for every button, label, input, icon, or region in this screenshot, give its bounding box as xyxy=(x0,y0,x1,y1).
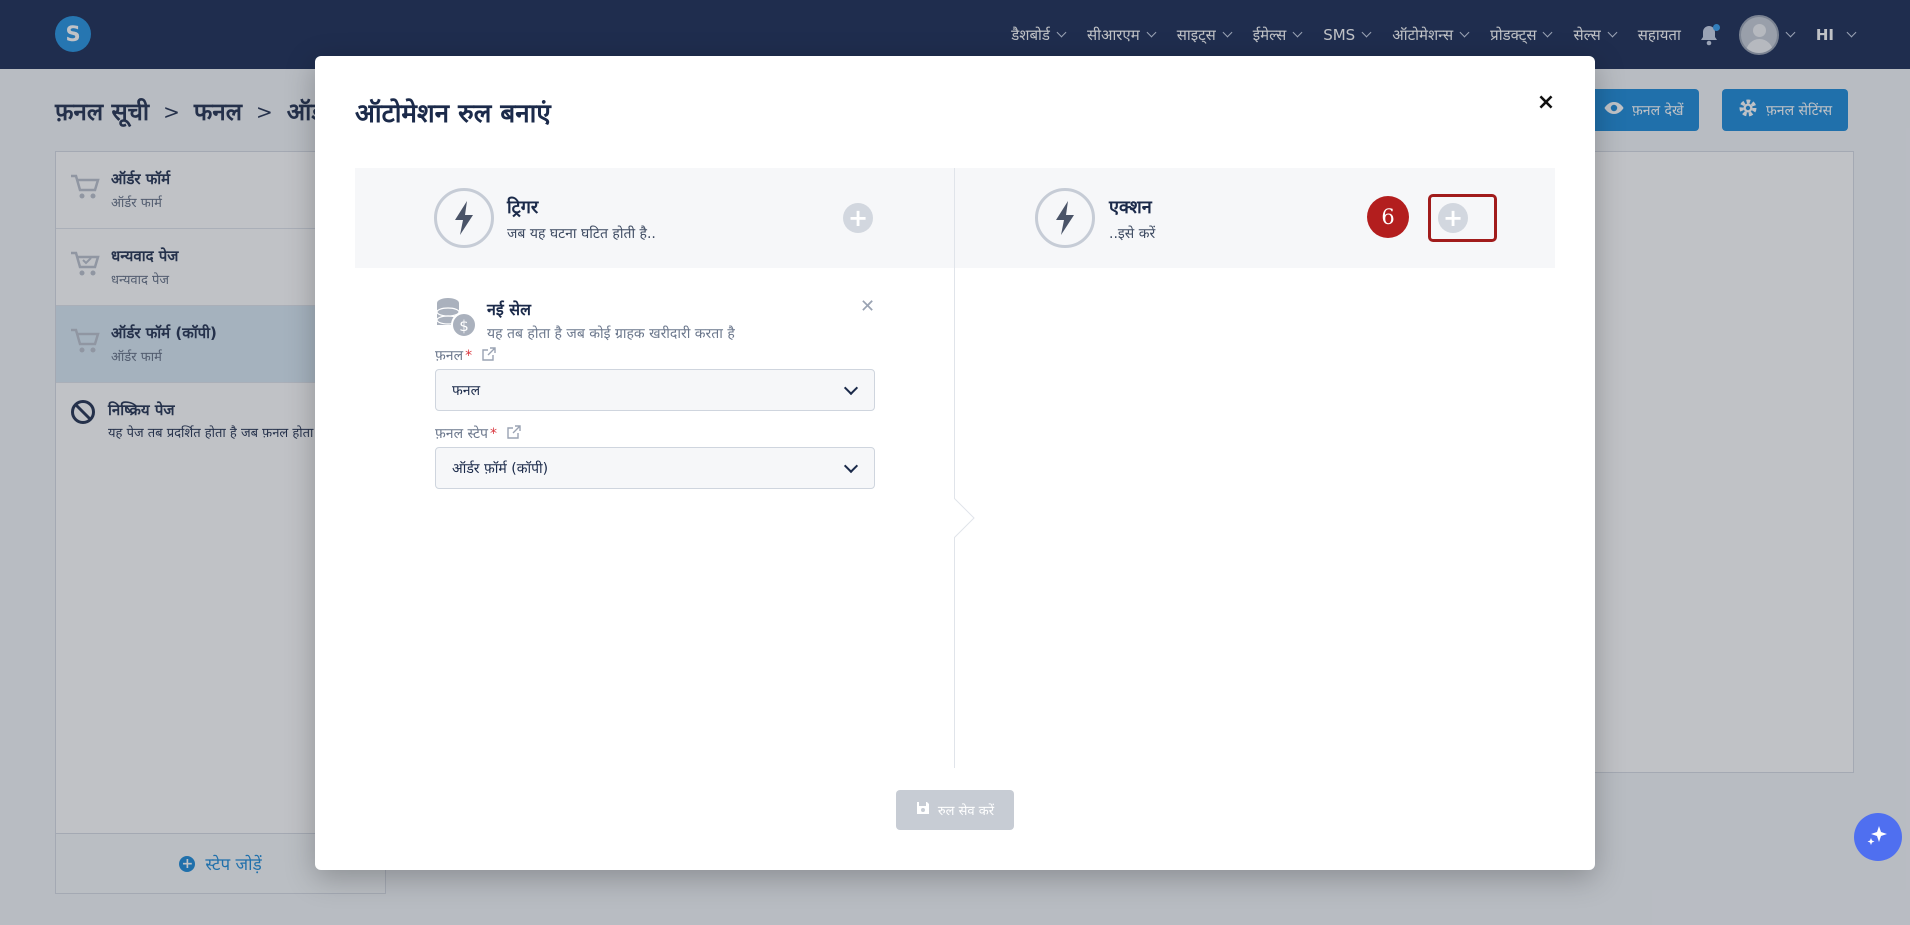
trigger-title: ट्रिगर xyxy=(507,197,539,218)
external-link-icon[interactable] xyxy=(482,346,496,365)
save-rule-button[interactable]: रुल सेव करें xyxy=(896,790,1014,830)
ai-assistant-button[interactable] xyxy=(1854,813,1902,861)
close-icon[interactable]: × xyxy=(1535,92,1557,114)
funnel-field-label: फ़नल * xyxy=(435,346,496,365)
funnel-select[interactable]: फनल xyxy=(435,369,875,411)
funnel-step-field-label: फ़नल स्टेप * xyxy=(435,424,521,443)
funnel-step-select[interactable]: ऑर्डर फ़ॉर्म (कॉपी) xyxy=(435,447,875,489)
funnel-label-text: फ़नल xyxy=(435,348,464,364)
sparkle-icon xyxy=(1866,823,1890,851)
modal-title: ऑटोमेशन रुल बनाएं xyxy=(355,99,551,129)
funnel-step-select-value: ऑर्डर फ़ॉर्म (कॉपी) xyxy=(452,460,549,477)
remove-trigger-icon[interactable]: ✕ xyxy=(860,296,875,317)
trigger-card-description: यह तब होता है जब कोई ग्राहक खरीदारी करता… xyxy=(487,326,735,342)
automation-rule-modal: ऑटोमेशन रुल बनाएं × ट्रिगर जब यह घटना घट… xyxy=(315,56,1595,870)
required-asterisk: * xyxy=(489,425,497,442)
trigger-subtitle: जब यह घटना घटित होती है.. xyxy=(507,226,656,242)
action-subtitle: ..इसे करें xyxy=(1109,226,1156,242)
chevron-down-icon xyxy=(843,380,859,396)
save-rule-label: रुल सेव करें xyxy=(937,804,995,819)
trigger-card-title: नई सेल xyxy=(487,300,531,319)
column-divider xyxy=(954,168,955,768)
lightning-cycle-icon xyxy=(1035,188,1095,248)
step-number-badge: 6 xyxy=(1367,196,1409,238)
svg-text:$: $ xyxy=(459,317,469,335)
lightning-icon xyxy=(434,188,494,248)
divider-arrow xyxy=(954,498,975,538)
floppy-disk-icon xyxy=(916,801,930,819)
chevron-down-icon xyxy=(843,458,859,474)
funnel-select-value: फनल xyxy=(452,382,481,399)
external-link-icon[interactable] xyxy=(507,424,521,443)
action-title: एक्शन xyxy=(1109,197,1152,218)
required-asterisk: * xyxy=(465,347,473,364)
coins-dollar-icon: $ xyxy=(435,296,477,342)
plus-icon: + xyxy=(847,204,869,232)
trigger-header: ट्रिगर जब यह घटना घटित होती है.. + xyxy=(355,168,954,268)
highlight-box xyxy=(1428,194,1497,242)
funnel-step-label-text: फ़नल स्टेप xyxy=(435,426,488,442)
add-trigger-button[interactable]: + xyxy=(843,203,873,233)
